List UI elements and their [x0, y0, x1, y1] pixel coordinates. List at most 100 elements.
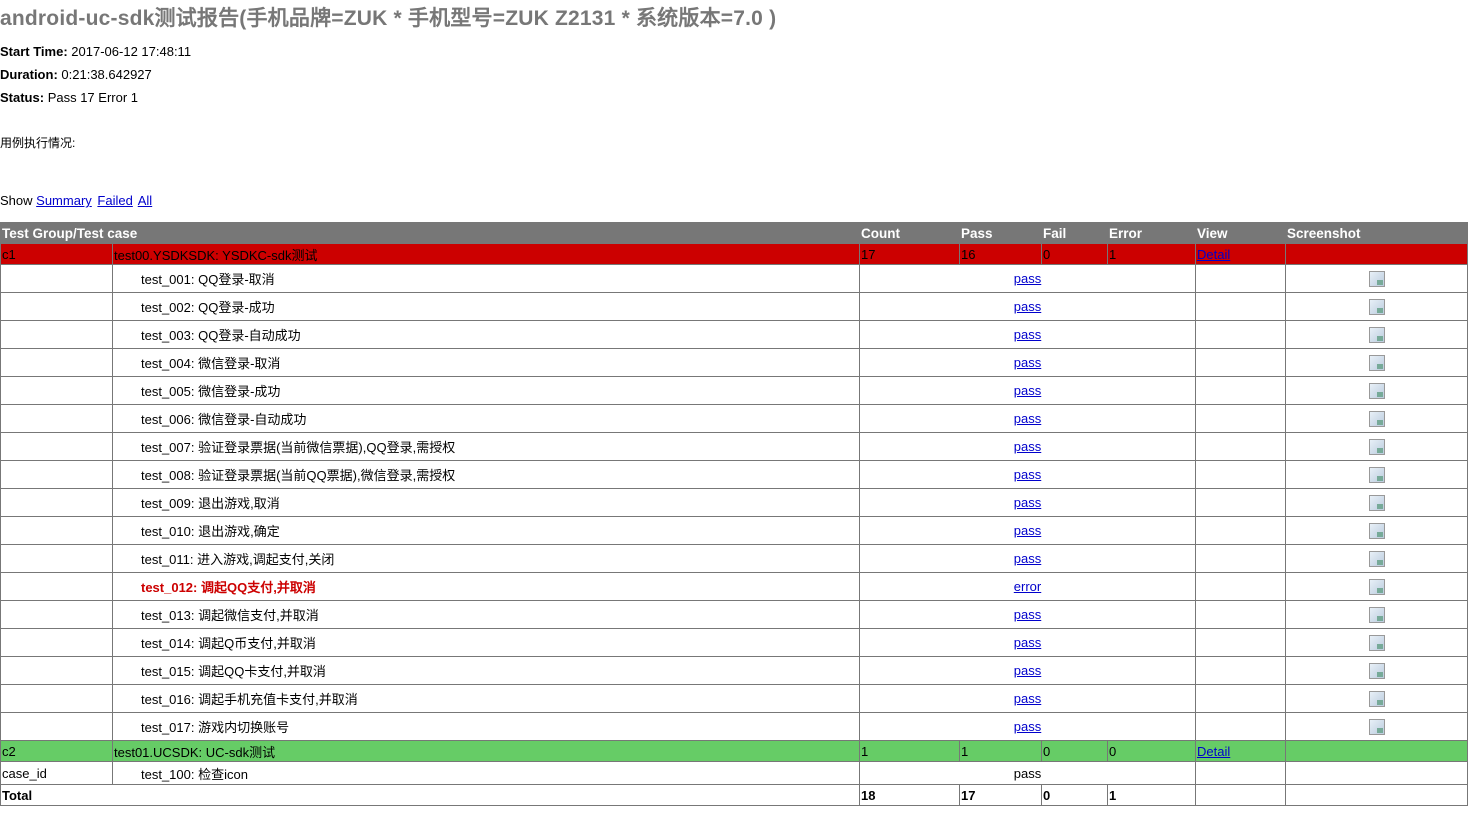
case-name: test_008: 验证登录票据(当前QQ票据),微信登录,需授权 — [111, 460, 861, 489]
case-status-link[interactable]: pass — [1014, 551, 1041, 566]
case-status-link[interactable]: pass — [1014, 607, 1041, 622]
case-screenshot-cell — [1285, 684, 1469, 713]
duration-label: Duration: — [0, 67, 58, 82]
case-row: test_008: 验证登录票据(当前QQ票据),微信登录,需授权 pass — [0, 460, 1469, 489]
group-pass: 1 — [959, 740, 1043, 762]
case-status-link[interactable]: pass — [1014, 691, 1041, 706]
case-row: test_017: 游戏内切换账号 pass — [0, 712, 1469, 741]
case-status-link[interactable]: pass — [1014, 439, 1041, 454]
case-screenshot-cell — [1285, 600, 1469, 629]
case-status-link[interactable]: pass — [1014, 467, 1041, 482]
case-view-cell — [1195, 320, 1287, 349]
screenshot-thumbnail-icon[interactable] — [1368, 522, 1385, 539]
screenshot-thumbnail-icon[interactable] — [1368, 270, 1385, 287]
case-status-cell: pass — [859, 292, 1197, 321]
screenshot-thumbnail-icon[interactable] — [1368, 690, 1385, 707]
group-screenshot-cell — [1285, 740, 1469, 762]
case-view-cell — [1195, 572, 1287, 601]
total-row: Total 18 17 0 1 — [0, 784, 1469, 806]
case-screenshot-cell — [1285, 712, 1469, 741]
case-name: test_013: 调起微信支付,并取消 — [111, 600, 861, 629]
case-id — [0, 292, 113, 321]
show-filter: Show Summary Failed All — [0, 193, 154, 208]
total-label: Total — [0, 784, 861, 806]
summary-link[interactable]: Summary — [36, 193, 92, 208]
group-view-cell: Detail — [1195, 243, 1287, 265]
screenshot-thumbnail-icon[interactable] — [1368, 662, 1385, 679]
case-status-link[interactable]: pass — [1014, 299, 1041, 314]
duration-value: 0:21:38.642927 — [61, 67, 152, 82]
case-status-link[interactable]: pass — [1014, 271, 1041, 286]
screenshot-thumbnail-icon[interactable] — [1368, 718, 1385, 735]
show-label: Show — [0, 193, 33, 208]
case-status-link[interactable]: error — [1014, 579, 1041, 594]
case-name: test_006: 微信登录-自动成功 — [111, 404, 861, 433]
all-link[interactable]: All — [138, 193, 152, 208]
case-status-link[interactable]: pass — [1014, 663, 1041, 678]
screenshot-thumbnail-icon[interactable] — [1368, 354, 1385, 371]
case-id — [0, 264, 113, 293]
report-title: android-uc-sdk测试报告(手机品牌=ZUK * 手机型号=ZUK Z… — [0, 7, 777, 30]
case-status-cell: pass — [859, 488, 1197, 517]
case-status-cell: pass — [859, 404, 1197, 433]
screenshot-thumbnail-icon[interactable] — [1368, 438, 1385, 455]
case-id — [0, 320, 113, 349]
detail-link[interactable]: Detail — [1197, 744, 1230, 759]
case-status: pass — [859, 761, 1197, 785]
case-name: test_015: 调起QQ卡支付,并取消 — [111, 656, 861, 685]
case-row: test_007: 验证登录票据(当前微信票据),QQ登录,需授权 pass — [0, 432, 1469, 461]
case-id: case_id — [0, 761, 113, 785]
group-pass: 16 — [959, 243, 1043, 265]
screenshot-thumbnail-icon[interactable] — [1368, 550, 1385, 567]
group-error: 1 — [1107, 243, 1197, 265]
case-view-cell — [1195, 544, 1287, 573]
screenshot-thumbnail-icon[interactable] — [1368, 382, 1385, 399]
case-status-link[interactable]: pass — [1014, 411, 1041, 426]
screenshot-thumbnail-icon[interactable] — [1368, 410, 1385, 427]
case-status-link[interactable]: pass — [1014, 495, 1041, 510]
case-status-cell: pass — [859, 376, 1197, 405]
case-status-cell: pass — [859, 348, 1197, 377]
case-id — [0, 684, 113, 713]
case-status-link[interactable]: pass — [1014, 355, 1041, 370]
case-name: test_017: 游戏内切换账号 — [111, 712, 861, 741]
detail-link[interactable]: Detail — [1197, 247, 1230, 262]
case-screenshot-cell — [1285, 292, 1469, 321]
case-view-cell — [1195, 761, 1287, 785]
status-label: Status: — [0, 90, 45, 105]
case-name: test_011: 进入游戏,调起支付,关闭 — [111, 544, 861, 573]
case-view-cell — [1195, 656, 1287, 685]
case-screenshot-cell — [1285, 628, 1469, 657]
screenshot-thumbnail-icon[interactable] — [1368, 634, 1385, 651]
case-status-link[interactable]: pass — [1014, 719, 1041, 734]
failed-link[interactable]: Failed — [97, 193, 132, 208]
case-status-cell: pass — [859, 320, 1197, 349]
case-status-link[interactable]: pass — [1014, 383, 1041, 398]
case-status-link[interactable]: pass — [1014, 327, 1041, 342]
case-row: test_012: 调起QQ支付,并取消 error — [0, 572, 1469, 601]
case-screenshot-cell — [1285, 376, 1469, 405]
case-id — [0, 404, 113, 433]
case-name: test_002: QQ登录-成功 — [111, 292, 861, 321]
case-row: test_002: QQ登录-成功 pass — [0, 292, 1469, 321]
status-value: Pass 17 Error 1 — [47, 90, 139, 105]
screenshot-thumbnail-icon[interactable] — [1368, 494, 1385, 511]
case-name: test_009: 退出游戏,取消 — [111, 488, 861, 517]
case-name: test_100: 检查icon — [111, 761, 861, 785]
screenshot-thumbnail-icon[interactable] — [1368, 606, 1385, 623]
screenshot-thumbnail-icon[interactable] — [1368, 326, 1385, 343]
case-screenshot-cell — [1285, 516, 1469, 545]
total-count: 18 — [859, 784, 961, 806]
case-screenshot-cell — [1285, 320, 1469, 349]
case-view-cell — [1195, 264, 1287, 293]
case-status-link[interactable]: pass — [1014, 523, 1041, 538]
case-status-cell: pass — [859, 712, 1197, 741]
screenshot-thumbnail-icon[interactable] — [1368, 298, 1385, 315]
case-view-cell — [1195, 628, 1287, 657]
screenshot-thumbnail-icon[interactable] — [1368, 466, 1385, 483]
group-row: c1 test00.YSDKSDK: YSDKC-sdk测试 17 16 0 1 Detai… — [0, 243, 1469, 265]
case-id — [0, 628, 113, 657]
screenshot-thumbnail-icon[interactable] — [1368, 578, 1385, 595]
group-fail: 0 — [1041, 243, 1109, 265]
case-status-link[interactable]: pass — [1014, 635, 1041, 650]
